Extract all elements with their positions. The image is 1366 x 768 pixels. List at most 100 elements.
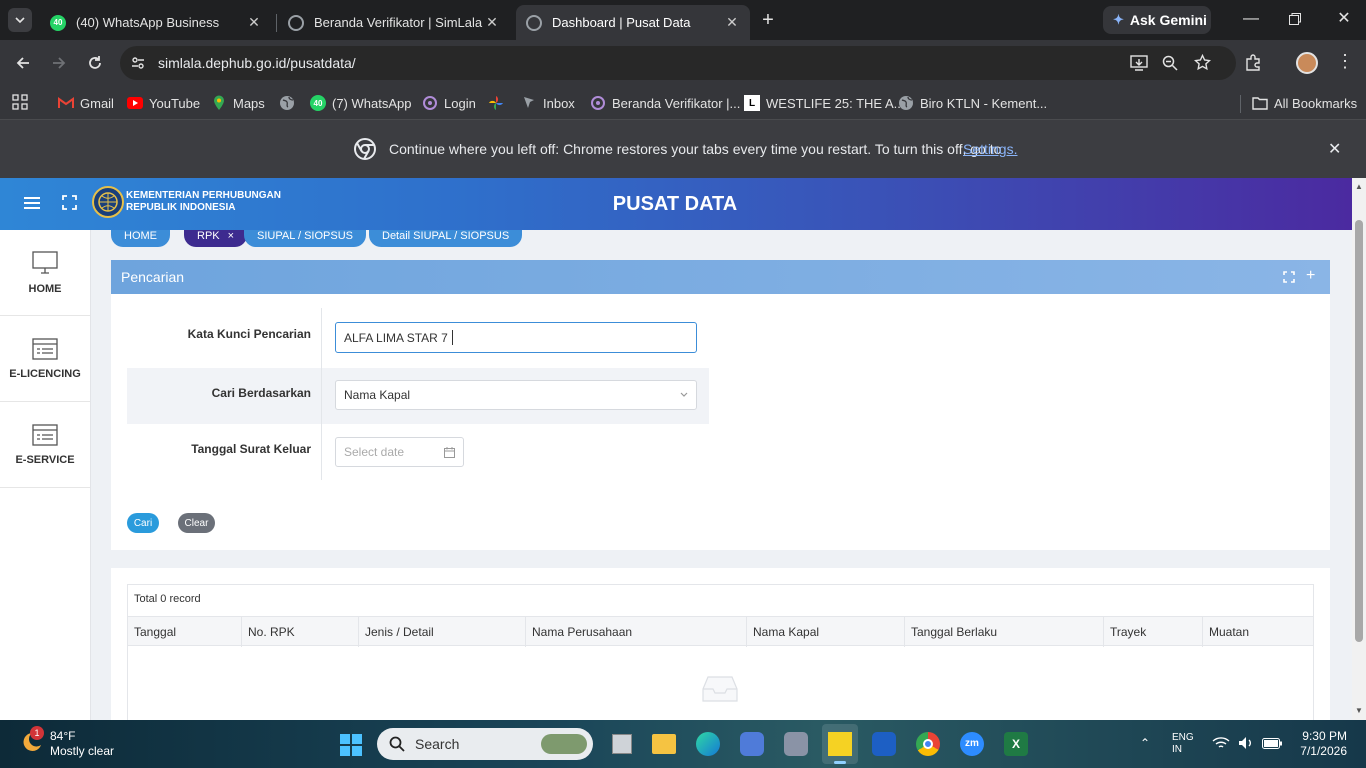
- show-hidden-icons[interactable]: ⌃: [1140, 736, 1150, 750]
- bookmark-beranda-verifikator[interactable]: Beranda Verifikator |...: [590, 92, 740, 114]
- tab-detail-siupal-siopsus[interactable]: Detail SIUPAL / SIOPSUS: [369, 230, 523, 247]
- close-tab-icon[interactable]: ✕: [484, 14, 500, 31]
- excel-icon[interactable]: X: [1004, 732, 1028, 756]
- close-tab-icon[interactable]: ✕: [724, 14, 740, 31]
- keyword-input[interactable]: ALFA LIMA STAR 7: [335, 322, 697, 353]
- sidebar-item-e-licencing[interactable]: E-LICENCING: [0, 316, 90, 402]
- restore-button[interactable]: [1288, 12, 1302, 26]
- all-bookmarks-button[interactable]: All Bookmarks: [1252, 92, 1357, 114]
- snipping-tool-icon[interactable]: [872, 732, 896, 756]
- scroll-up-icon[interactable]: ▲: [1355, 182, 1363, 191]
- volume-icon[interactable]: [1238, 736, 1254, 750]
- browser-menu-icon[interactable]: ⋮: [1336, 52, 1354, 70]
- bookmark-westlife[interactable]: L WESTLIFE 25: THE A...: [744, 92, 904, 114]
- search-placeholder: Search: [415, 736, 460, 752]
- license-card-icon: [32, 337, 58, 360]
- task-view-icon[interactable]: [612, 734, 632, 754]
- bookmark-login[interactable]: Login: [422, 92, 476, 114]
- chrome-taskbar-icon[interactable]: [916, 732, 940, 756]
- app-icon[interactable]: [740, 732, 764, 756]
- expand-panel-icon[interactable]: [1283, 271, 1295, 283]
- column-header-nama-perusahaan[interactable]: Nama Perusahaan: [526, 617, 747, 647]
- column-header-trayek[interactable]: Trayek: [1104, 617, 1203, 647]
- bookmark-maps[interactable]: Maps: [211, 92, 265, 114]
- install-app-icon[interactable]: [1130, 55, 1148, 71]
- battery-icon[interactable]: [1262, 738, 1282, 749]
- tab-dashboard-pusat-data[interactable]: Dashboard | Pusat Data ✕: [516, 5, 750, 40]
- zoom-icon[interactable]: [1162, 55, 1178, 71]
- browser-tab-strip: 40 (40) WhatsApp Business ✕ Beranda Veri…: [0, 0, 1366, 40]
- sidebar-item-e-service[interactable]: E-SERVICE: [0, 402, 90, 488]
- bookmark-label: Login: [444, 95, 476, 111]
- weather-widget[interactable]: 1: [18, 726, 44, 756]
- empty-inbox-icon: [702, 675, 738, 703]
- all-bookmarks-label: All Bookmarks: [1274, 95, 1358, 111]
- minimize-button[interactable]: —: [1241, 10, 1261, 30]
- add-panel-icon[interactable]: +: [1306, 267, 1315, 285]
- close-tab-icon[interactable]: ×: [228, 230, 234, 242]
- search-button[interactable]: Cari: [127, 513, 159, 533]
- bookmark-youtube[interactable]: YouTube: [127, 92, 200, 114]
- tab-whatsapp-business[interactable]: 40 (40) WhatsApp Business ✕: [40, 5, 272, 40]
- scroll-down-icon[interactable]: ▼: [1355, 706, 1363, 715]
- close-infobar-icon[interactable]: ✕: [1328, 139, 1341, 159]
- profile-avatar[interactable]: [1296, 52, 1318, 74]
- app-title: PUSAT DATA: [612, 193, 738, 215]
- scrollbar-thumb[interactable]: [1355, 220, 1363, 642]
- tab-siupal-siopsus[interactable]: SIUPAL / SIOPSUS: [244, 230, 366, 247]
- address-bar[interactable]: simlala.dephub.go.id/pusatdata/: [120, 46, 1236, 80]
- column-header-tanggal[interactable]: Tanggal: [128, 617, 242, 647]
- fullscreen-icon[interactable]: [62, 195, 77, 210]
- chevron-down-icon: [15, 17, 25, 24]
- edge-icon[interactable]: [696, 732, 720, 756]
- date-picker-input[interactable]: Select date: [335, 437, 464, 467]
- table-header-row: Tanggal No. RPK Jenis / Detail Nama Peru…: [128, 616, 1313, 647]
- column-header-tanggal-berlaku[interactable]: Tanggal Berlaku: [905, 617, 1104, 647]
- sticky-notes-app[interactable]: [822, 724, 858, 764]
- settings-link[interactable]: Settings.: [963, 141, 1017, 157]
- clear-button[interactable]: Clear: [178, 513, 215, 533]
- bookmark-whatsapp[interactable]: 40 (7) WhatsApp: [310, 92, 411, 114]
- start-button[interactable]: [339, 733, 363, 757]
- close-window-button[interactable]: ✕: [1334, 8, 1354, 28]
- bookmark-photos[interactable]: [488, 92, 510, 114]
- kemenhub-logo: [92, 186, 124, 218]
- language-indicator[interactable]: ENG IN: [1172, 732, 1194, 756]
- inbox-icon: [521, 95, 537, 111]
- file-explorer-icon[interactable]: [652, 734, 676, 754]
- extensions-button[interactable]: [1244, 54, 1262, 72]
- clock[interactable]: 9:30 PM 7/1/2026: [1295, 729, 1347, 759]
- column-header-nama-kapal[interactable]: Nama Kapal: [747, 617, 905, 647]
- ask-gemini-button[interactable]: ✦ Ask Gemini: [1103, 6, 1211, 34]
- apps-grid-icon[interactable]: [12, 94, 28, 110]
- bookmark-star-icon[interactable]: [1194, 54, 1211, 71]
- column-header-muatan[interactable]: Muatan: [1203, 617, 1313, 647]
- weather-text[interactable]: 84°F Mostly clear: [50, 729, 114, 759]
- sidebar-item-home[interactable]: HOME: [0, 230, 90, 316]
- close-tab-icon[interactable]: ✕: [246, 14, 262, 31]
- tab-home[interactable]: HOME: [111, 230, 170, 247]
- tab-search-button[interactable]: [8, 8, 32, 32]
- tab-beranda-verifikator[interactable]: Beranda Verifikator | SimLala ✕: [278, 5, 510, 40]
- reload-button[interactable]: [86, 54, 104, 72]
- taskbar-search-box[interactable]: Search: [377, 728, 593, 760]
- page-scrollbar[interactable]: ▲ ▼: [1352, 178, 1366, 720]
- new-tab-button[interactable]: +: [758, 10, 778, 30]
- column-header-jenis-detail[interactable]: Jenis / Detail: [359, 617, 526, 647]
- hamburger-menu-icon[interactable]: [24, 196, 40, 210]
- forward-button[interactable]: [50, 54, 68, 72]
- column-header-no-rpk[interactable]: No. RPK: [242, 617, 359, 647]
- bookmark-gmail[interactable]: Gmail: [58, 92, 114, 114]
- tab-title: Beranda Verifikator | SimLala: [314, 15, 483, 30]
- search-by-select[interactable]: Nama Kapal: [335, 380, 697, 410]
- bookmark-biro-ktln[interactable]: Biro KTLN - Kement...: [898, 92, 1047, 114]
- camera-app-icon[interactable]: [784, 732, 808, 756]
- wifi-icon[interactable]: [1212, 736, 1230, 750]
- site-info-icon[interactable]: [130, 55, 146, 71]
- back-button[interactable]: [14, 54, 32, 72]
- zoom-app-icon[interactable]: zm: [960, 732, 984, 756]
- org-line-2: REPUBLIK INDONESIA: [126, 202, 236, 213]
- bookmark-inbox[interactable]: Inbox: [521, 92, 575, 114]
- tab-rpk[interactable]: RPK ×: [184, 230, 248, 247]
- bookmark-globe[interactable]: [279, 92, 301, 114]
